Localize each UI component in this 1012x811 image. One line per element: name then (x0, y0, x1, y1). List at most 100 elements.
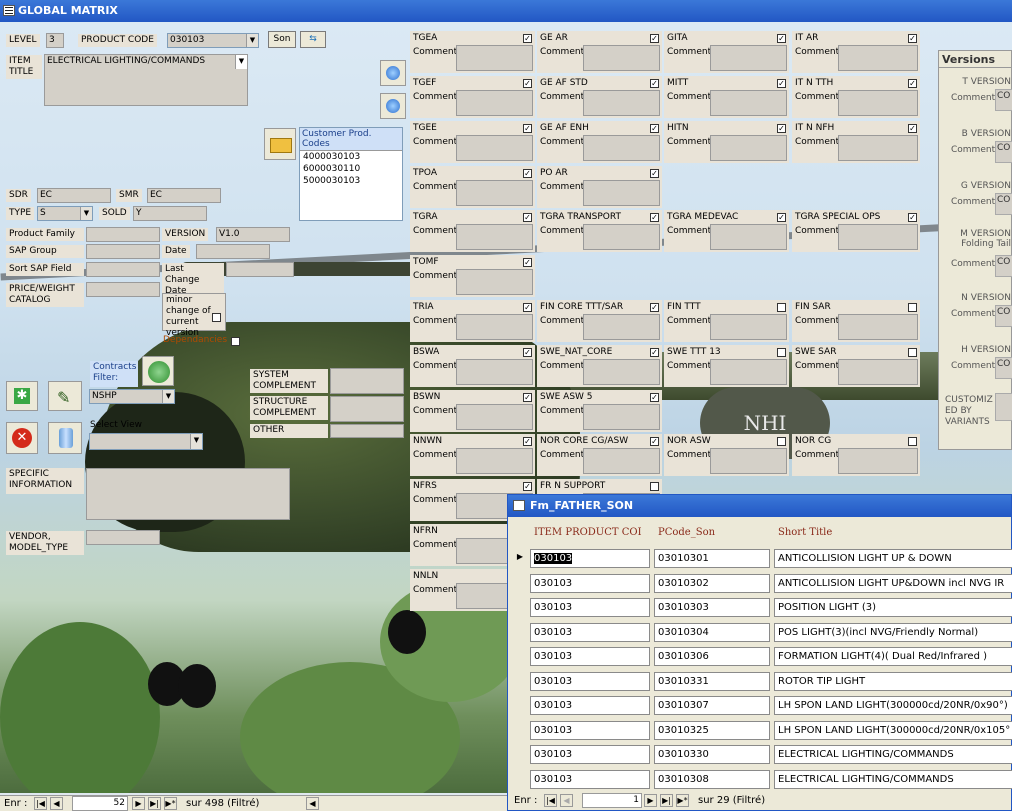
chevron-down-icon[interactable]: ▼ (235, 55, 247, 69)
table-cell[interactable]: 030103 (530, 769, 650, 789)
price-weight-field[interactable] (86, 282, 160, 297)
main-record-field[interactable]: 52 (72, 796, 128, 811)
comment-field[interactable] (710, 224, 787, 250)
comment-field[interactable] (456, 90, 533, 116)
comment-field[interactable] (710, 314, 787, 340)
filter-icon[interactable] (142, 356, 174, 386)
table-cell[interactable]: 030103 (530, 671, 650, 691)
customized-field[interactable] (995, 393, 1012, 421)
smr-field[interactable]: EC (147, 188, 221, 203)
scroll-left-button[interactable]: ◀ (306, 797, 319, 810)
column-header-item-product-code[interactable]: ITEM PRODUCT COI (534, 519, 642, 547)
version-comment-field[interactable]: CO (995, 89, 1012, 111)
comment-field[interactable] (583, 90, 660, 116)
item-title-field[interactable]: ELECTRICAL LIGHTING/COMMANDS ▼ (44, 54, 248, 106)
first-record-button[interactable]: |◀ (544, 794, 557, 807)
comment-field[interactable] (838, 448, 918, 474)
sort-sap-field[interactable] (86, 262, 160, 277)
variant-checkbox[interactable]: ✓ (523, 258, 532, 267)
table-cell[interactable]: 03010307 (654, 696, 770, 715)
version-comment-field[interactable]: CO (995, 305, 1012, 327)
previous-record-button[interactable]: ◀ (560, 794, 573, 807)
comment-field[interactable] (583, 404, 660, 430)
table-cell[interactable]: FORMATION LIGHT(4)( Dual Red/Infrared ) (774, 647, 1012, 666)
specific-info-field[interactable] (86, 468, 290, 520)
comment-field[interactable] (838, 90, 918, 116)
variant-checkbox[interactable]: ✓ (523, 393, 532, 402)
variant-checkbox[interactable]: ✓ (650, 348, 659, 357)
variant-checkbox[interactable]: ✓ (777, 79, 786, 88)
table-cell[interactable]: ELECTRICAL LIGHTING/COMMANDS (774, 745, 1012, 764)
variant-checkbox[interactable]: ✓ (650, 124, 659, 133)
table-cell[interactable]: ROTOR TIP LIGHT (774, 671, 1012, 691)
variant-checkbox[interactable]: ✓ (523, 303, 532, 312)
minor-change-checkbox[interactable] (212, 313, 221, 322)
sold-field[interactable]: Y (133, 206, 207, 221)
date-field[interactable] (196, 244, 270, 259)
globe-icon[interactable] (380, 60, 406, 86)
version-comment-field[interactable]: CO (995, 141, 1012, 163)
comment-field[interactable] (710, 448, 787, 474)
comment-field[interactable] (838, 135, 918, 161)
comment-field[interactable] (838, 45, 918, 71)
chevron-down-icon[interactable]: ▼ (80, 207, 92, 220)
product-family-field[interactable] (86, 227, 160, 242)
comment-field[interactable] (838, 359, 918, 385)
version-comment-field[interactable]: CO (995, 357, 1012, 379)
first-record-button[interactable]: |◀ (34, 797, 47, 810)
comment-field[interactable] (456, 45, 533, 71)
comment-field[interactable] (583, 359, 660, 385)
refresh-icon[interactable]: ⇆ (300, 31, 326, 48)
variant-checkbox[interactable] (908, 348, 917, 357)
table-cell[interactable]: LH SPON LAND LIGHT(300000cd/20NR/0x105° (774, 720, 1012, 740)
new-record-icon[interactable]: ✱ (6, 381, 38, 411)
last-record-button[interactable]: ▶| (660, 794, 673, 807)
variant-checkbox[interactable]: ✓ (523, 169, 532, 178)
comment-field[interactable] (583, 45, 660, 71)
variant-checkbox[interactable]: ✓ (523, 482, 532, 491)
vendor-model-field[interactable] (86, 530, 160, 545)
comment-field[interactable] (456, 448, 533, 474)
list-item[interactable]: 5000030103 (300, 175, 402, 187)
variant-checkbox[interactable] (908, 303, 917, 312)
variant-checkbox[interactable]: ✓ (523, 34, 532, 43)
comment-field[interactable] (710, 45, 787, 71)
variant-checkbox[interactable]: ✓ (523, 79, 532, 88)
variant-checkbox[interactable]: ✓ (650, 303, 659, 312)
comment-field[interactable] (456, 404, 533, 430)
table-cell[interactable]: 03010331 (654, 671, 770, 691)
comment-field[interactable] (583, 180, 660, 206)
variant-checkbox[interactable] (777, 437, 786, 446)
comment-field[interactable] (710, 135, 787, 161)
table-cell[interactable]: 03010301 (654, 549, 770, 568)
variant-checkbox[interactable]: ✓ (908, 79, 917, 88)
column-header-short-title[interactable]: Short Title (778, 519, 832, 547)
folder-icon[interactable] (264, 128, 296, 160)
table-cell[interactable]: 030103 (530, 720, 650, 740)
select-view-select[interactable]: ▼ (89, 433, 203, 450)
table-cell[interactable]: 03010325 (654, 720, 770, 740)
variant-checkbox[interactable]: ✓ (650, 437, 659, 446)
variant-checkbox[interactable]: ✓ (908, 124, 917, 133)
contracts-select[interactable]: NSHP ▼ (89, 389, 175, 404)
table-cell[interactable]: 030103 (530, 696, 650, 715)
dependancies-checkbox[interactable] (231, 337, 240, 346)
table-cell[interactable]: POSITION LIGHT (3) (774, 598, 1012, 617)
comment-field[interactable] (838, 224, 918, 250)
comment-field[interactable] (456, 224, 533, 250)
new-record-button[interactable]: ▶* (164, 797, 177, 810)
comment-field[interactable] (583, 224, 660, 250)
variant-checkbox[interactable]: ✓ (650, 393, 659, 402)
comment-field[interactable] (583, 314, 660, 340)
table-cell[interactable]: POS LIGHT(3)(incl NVG/Friendly Normal) (774, 622, 1012, 642)
delete-icon[interactable]: ✕ (6, 422, 38, 454)
table-cell[interactable]: 03010303 (654, 598, 770, 617)
customer-codes-list[interactable]: Customer Prod. Codes 4000030103 60000301… (299, 127, 403, 221)
last-record-button[interactable]: ▶| (148, 797, 161, 810)
table-cell[interactable]: 030103 (530, 745, 650, 764)
chevron-down-icon[interactable]: ▼ (246, 34, 258, 47)
variant-checkbox[interactable]: ✓ (650, 34, 659, 43)
chevron-down-icon[interactable]: ▼ (190, 434, 202, 449)
variant-checkbox[interactable]: ✓ (777, 34, 786, 43)
variant-checkbox[interactable] (908, 437, 917, 446)
